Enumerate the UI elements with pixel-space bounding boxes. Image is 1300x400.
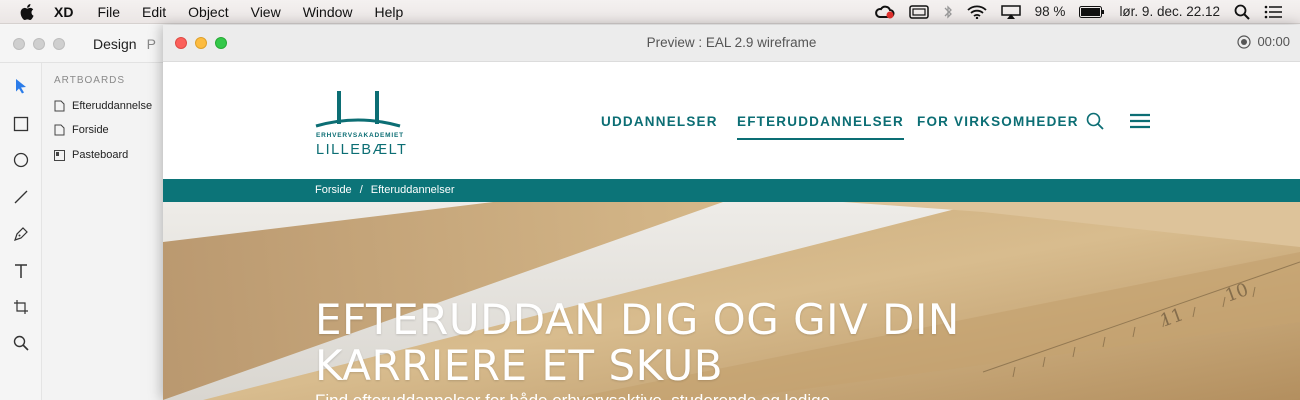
artboard-label: Pasteboard [72,149,129,161]
artboard-item-pasteboard[interactable]: Pasteboard [54,149,128,161]
bluetooth-icon[interactable] [943,4,953,20]
search-icon[interactable] [1086,112,1104,130]
hero-title: EFTERUDDAN DIG OG GIV DIN KARRIERE ET SK… [315,297,1015,389]
preview-window: Preview : EAL 2.9 wireframe 00:00 ERHVER… [163,25,1300,400]
site-header: ERHVERVSAKADEMIET LILLEBÆLT UDDANNELSER … [163,62,1300,179]
artboards-panel: ARTBOARDS Efteruddannelse Forside Pasteb… [42,63,165,400]
creative-cloud-icon[interactable] [874,5,895,19]
rectangle-tool-icon[interactable] [11,114,31,134]
breadcrumb: Forside / Efteruddannelser [315,184,455,196]
xd-zoom-button[interactable] [53,37,65,50]
breadcrumb-bar: Forside / Efteruddannelser [163,179,1300,202]
logo-text-small: ERHVERVSAKADEMIET [316,132,404,139]
battery-percent: 98 % [1034,4,1066,19]
display-icon[interactable] [908,4,929,19]
select-tool-icon[interactable] [11,76,31,96]
page-icon [54,100,65,112]
record-icon[interactable] [1237,34,1252,49]
artboard-label: Forside [72,124,109,136]
artboard-item-forside[interactable]: Forside [54,124,109,136]
apple-icon[interactable] [20,3,38,20]
hero-section: 11 10 EFTERUDDAN DIG OG GIV DIN KARRIERE… [163,202,1300,400]
menu-object[interactable]: Object [188,4,228,20]
xd-minimize-button[interactable] [33,37,45,50]
wifi-icon[interactable] [967,5,987,19]
menu-help[interactable]: Help [375,4,404,20]
battery-icon[interactable] [1079,5,1105,18]
menu-app-xd[interactable]: XD [54,4,73,20]
notification-center-icon[interactable] [1264,5,1282,19]
record-timer: 00:00 [1257,34,1290,49]
spotlight-search-icon[interactable] [1234,4,1250,20]
page-icon [54,124,65,136]
menu-file[interactable]: File [97,4,120,20]
artboards-heading: ARTBOARDS [54,75,126,86]
nav-for-virksomheder[interactable]: FOR VIRKSOMHEDER [917,114,1079,129]
hero-title-line-1: EFTERUDDAN DIG OG GIV DIN [315,295,960,344]
text-tool-icon[interactable] [11,261,31,281]
breadcrumb-home[interactable]: Forside [315,184,352,196]
logo-text-big: LILLEBÆLT [316,142,408,158]
pen-tool-icon[interactable] [11,224,31,244]
tab-prototype[interactable]: P [147,36,156,52]
nav-efteruddannelser[interactable]: EFTERUDDANNELSER [737,114,904,140]
nav-uddannelser[interactable]: UDDANNELSER [601,114,718,129]
breadcrumb-current: Efteruddannelser [370,184,455,196]
hero-subtitle: Find efteruddannelser for både erhvervsa… [315,391,830,400]
artboard-tool-icon[interactable] [11,297,31,317]
hero-title-line-2: KARRIERE ET SKUB [315,341,724,390]
menu-view[interactable]: View [251,4,281,20]
hamburger-menu-icon[interactable] [1130,113,1150,129]
clock[interactable]: lør. 9. dec. 22.12 [1119,4,1220,19]
ellipse-tool-icon[interactable] [11,150,31,170]
artboard-label: Efteruddannelse [72,100,153,112]
xd-window-controls [13,37,65,50]
menu-window[interactable]: Window [303,4,353,20]
menu-bar: XD File Edit Object View Window Help 98 … [0,0,1300,24]
xd-close-button[interactable] [13,37,25,50]
airplay-icon[interactable] [1000,4,1021,19]
menu-edit[interactable]: Edit [142,4,166,20]
tool-bar [0,63,42,400]
artboard-item-efteruddannelse[interactable]: Efteruddannelse [54,100,152,112]
preview-title: Preview : EAL 2.9 wireframe [646,35,817,50]
record-control[interactable]: 00:00 [1237,34,1290,49]
pasteboard-icon [54,149,65,161]
preview-titlebar: Preview : EAL 2.9 wireframe 00:00 [163,25,1300,62]
xd-title-strip: Design P [0,25,165,63]
tab-design[interactable]: Design [93,36,137,52]
breadcrumb-separator: / [359,184,363,196]
line-tool-icon[interactable] [11,187,31,207]
zoom-tool-icon[interactable] [11,333,31,353]
